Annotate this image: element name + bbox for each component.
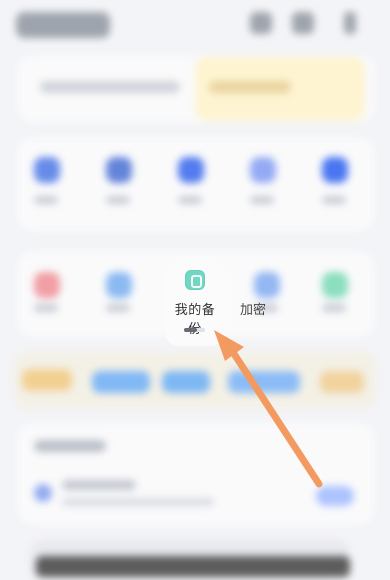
tool-icon[interactable] [106,157,132,183]
tool-label [34,196,58,204]
tool-icon[interactable] [34,272,60,298]
tool-icon[interactable] [106,272,132,298]
tool-label [106,196,130,204]
file-meta [62,498,214,506]
pager-indicator [184,328,205,332]
tool-label [322,304,346,312]
backup-icon[interactable] [185,270,205,290]
tools-grid-row-1 [18,138,374,230]
tool-label [34,304,58,312]
tool-icon[interactable] [322,157,348,183]
bottom-preview-bar [36,556,350,577]
recent-files-card [18,424,374,524]
banner-text [209,81,291,93]
section-title [34,440,106,452]
action-button[interactable] [316,486,354,506]
search-icon[interactable] [250,12,272,34]
tool-label [322,196,346,204]
file-icon [34,484,52,502]
promo-segment [22,369,72,391]
partial-tool-label: 加密 [240,303,267,318]
more-icon[interactable] [344,12,356,34]
tool-icon[interactable] [250,157,276,183]
pager-active-segment [184,328,197,332]
promo-segment [92,371,150,393]
promo-segment [162,371,210,393]
tool-icon[interactable] [322,272,348,298]
promo-segment [320,371,364,393]
tool-icon[interactable] [178,157,204,183]
promo-segment [228,371,300,393]
tool-label [106,304,130,312]
tool-label [178,196,202,204]
tool-icon[interactable] [34,157,60,183]
file-name [62,480,136,490]
top-banner[interactable] [195,57,365,121]
grid-icon[interactable] [292,12,314,34]
top-card-text [40,81,180,93]
tool-label [250,196,274,204]
promo-strip[interactable] [14,352,376,408]
tool-icon[interactable] [254,272,280,298]
header-title [16,12,110,38]
